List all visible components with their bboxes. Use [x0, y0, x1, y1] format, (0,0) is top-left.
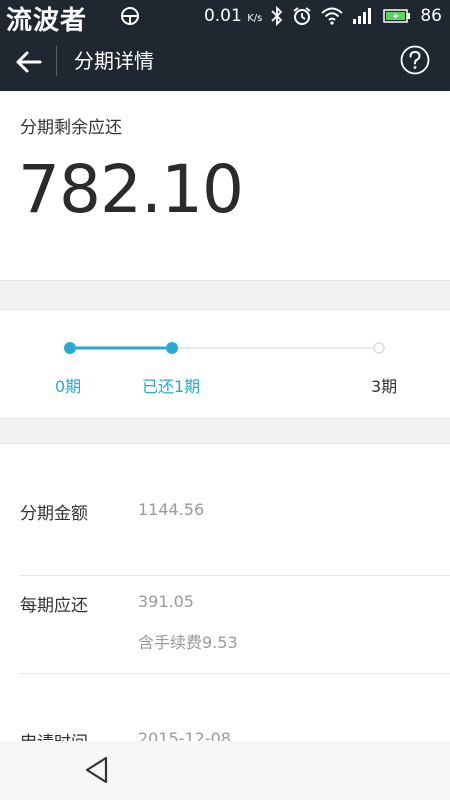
- alarm-icon: [293, 7, 311, 25]
- page-title: 分期详情: [74, 49, 154, 73]
- step-label-current: 已还1期: [142, 377, 201, 396]
- battery-icon: [383, 9, 411, 23]
- arrow-left-icon[interactable]: [14, 48, 44, 76]
- row-divider: [20, 673, 450, 674]
- question-circle-icon[interactable]: [400, 45, 430, 75]
- step-label-total: 3期: [371, 377, 398, 396]
- triangle-back-icon[interactable]: [84, 755, 110, 785]
- battery-level: 86: [420, 6, 442, 26]
- remaining-label: 分期剩余应还: [20, 118, 122, 138]
- per-period-value: 391.05: [138, 592, 194, 611]
- installment-progress-card: 0期 已还1期 3期: [0, 309, 450, 419]
- progress-track: [64, 342, 385, 354]
- details-card: 分期金额 1144.56 每期应还 391.05 含手续费9.53 申请时间 2…: [0, 443, 450, 744]
- bluetooth-icon: [271, 6, 283, 26]
- step-dot-3: [373, 342, 385, 354]
- row-divider: [20, 575, 450, 576]
- summary-card: 分期剩余应还 782.10: [0, 91, 450, 281]
- step-label-0: 0期: [55, 377, 82, 396]
- signal-icon: [353, 8, 372, 24]
- wifi-icon: [321, 7, 344, 25]
- remaining-amount: 782.10: [18, 151, 244, 228]
- app-bar: 分期详情: [0, 32, 450, 91]
- system-nav-bar: [0, 741, 450, 800]
- per-period-label: 每期应还: [20, 596, 88, 616]
- status-bar: 流波者 0.01 K/s 86: [0, 0, 450, 36]
- step-dot-1: [166, 342, 178, 354]
- steering-wheel-icon: [121, 7, 139, 25]
- installment-amount-label: 分期金额: [20, 504, 88, 524]
- header-divider: [56, 46, 57, 76]
- fee-note: 含手续费9.53: [138, 633, 238, 652]
- step-dot-0: [64, 342, 76, 354]
- net-speed: 0.01 K/s: [203, 6, 263, 26]
- status-right: 0.01 K/s 86: [204, 0, 442, 32]
- installment-amount-value: 1144.56: [138, 500, 205, 519]
